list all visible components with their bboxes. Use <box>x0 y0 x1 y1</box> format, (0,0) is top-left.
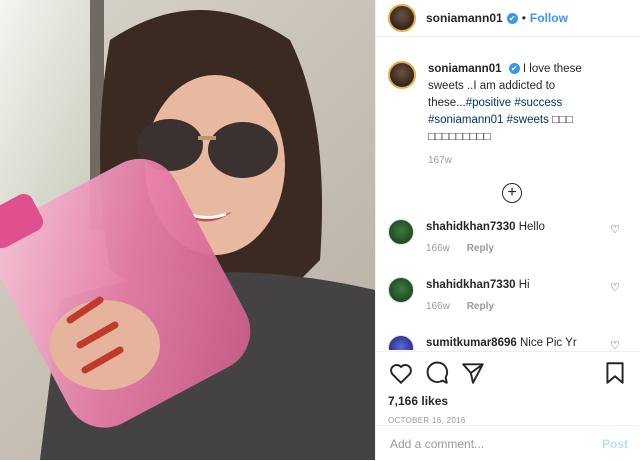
caption: soniamann01 ✔ I love these sweets ..I am… <box>376 37 640 169</box>
reply-button[interactable]: Reply <box>467 301 494 312</box>
author-avatar[interactable] <box>388 4 416 32</box>
heart-icon[interactable] <box>388 360 414 386</box>
post-comment-button[interactable]: Post <box>602 437 628 451</box>
comment-text: Hello <box>518 221 545 233</box>
author-username[interactable]: soniamann01 <box>426 11 503 25</box>
comment-like-heart-icon[interactable]: ♡ <box>610 339 620 350</box>
comment-username[interactable]: sumitkumar8696 <box>426 337 517 349</box>
commenter-avatar[interactable] <box>388 219 414 245</box>
hashtag-soniamann01[interactable]: #soniamann01 <box>428 114 503 126</box>
comment-like-heart-icon[interactable]: ♡ <box>610 281 620 294</box>
comment-username[interactable]: shahidkhan7330 <box>426 221 515 233</box>
more-comments-icon[interactable]: + <box>502 183 522 203</box>
comment-age: 166w <box>426 301 450 312</box>
comment-icon[interactable] <box>424 360 450 386</box>
caption-text-block: soniamann01 ✔ I love these sweets ..I am… <box>428 61 618 169</box>
post-actions: 7,166 likes OCTOBER 16, 2016 <box>376 351 640 425</box>
caption-username[interactable]: soniamann01 <box>428 63 502 75</box>
comment-meta: 166w Reply <box>426 241 601 257</box>
comment-text-block: shahidkhan7330 Hello 166w Reply <box>426 219 601 257</box>
add-comment-bar: Post <box>376 425 640 461</box>
comment-like-heart-icon[interactable]: ♡ <box>610 223 620 236</box>
caption-age: 167w <box>428 155 452 166</box>
post-date[interactable]: OCTOBER 16, 2016 <box>388 416 628 425</box>
bookmark-icon[interactable] <box>602 360 628 386</box>
commenter-avatar[interactable] <box>388 277 414 303</box>
reply-button[interactable]: Reply <box>467 243 494 254</box>
verified-badge-icon: ✔ <box>506 12 518 24</box>
separator-dot: • <box>521 11 526 25</box>
comment-item: shahidkhan7330 Hello 166w Reply ♡ <box>376 219 640 257</box>
comments-list[interactable]: soniamann01 ✔ I love these sweets ..I am… <box>376 37 640 350</box>
likes-count[interactable]: 7,166 likes <box>388 394 628 408</box>
post-header: soniamann01 ✔ • Follow <box>376 0 640 37</box>
comment-text: Hi <box>518 279 530 291</box>
hashtag-sweets[interactable]: #sweets <box>507 114 549 126</box>
comment-text-block: sumitkumar8696 Nice Pic Yr Muje B 2 na y… <box>426 335 601 350</box>
post-photo[interactable] <box>0 0 375 460</box>
comment-item: sumitkumar8696 Nice Pic Yr Muje B 2 na y… <box>376 335 640 350</box>
comment-meta: 166w Reply <box>426 299 601 315</box>
action-icons <box>388 360 628 386</box>
verified-badge-icon: ✔ <box>508 63 520 75</box>
share-icon[interactable] <box>460 360 486 386</box>
photo-illustration <box>0 0 375 460</box>
comment-username[interactable]: shahidkhan7330 <box>426 279 515 291</box>
caption-avatar[interactable] <box>388 61 416 89</box>
comment-age: 166w <box>426 243 450 254</box>
hashtag-success[interactable]: #success <box>514 97 562 109</box>
comment-item: shahidkhan7330 Hi 166w Reply ♡ <box>376 277 640 315</box>
hashtag-positive[interactable]: #positive <box>466 97 511 109</box>
follow-button[interactable]: Follow <box>530 11 568 25</box>
commenter-avatar[interactable] <box>388 335 414 350</box>
post-side-panel: soniamann01 ✔ • Follow soniamann01 ✔ I l… <box>375 0 640 460</box>
comment-text-block: shahidkhan7330 Hi 166w Reply <box>426 277 601 315</box>
add-comment-input[interactable] <box>388 435 602 452</box>
